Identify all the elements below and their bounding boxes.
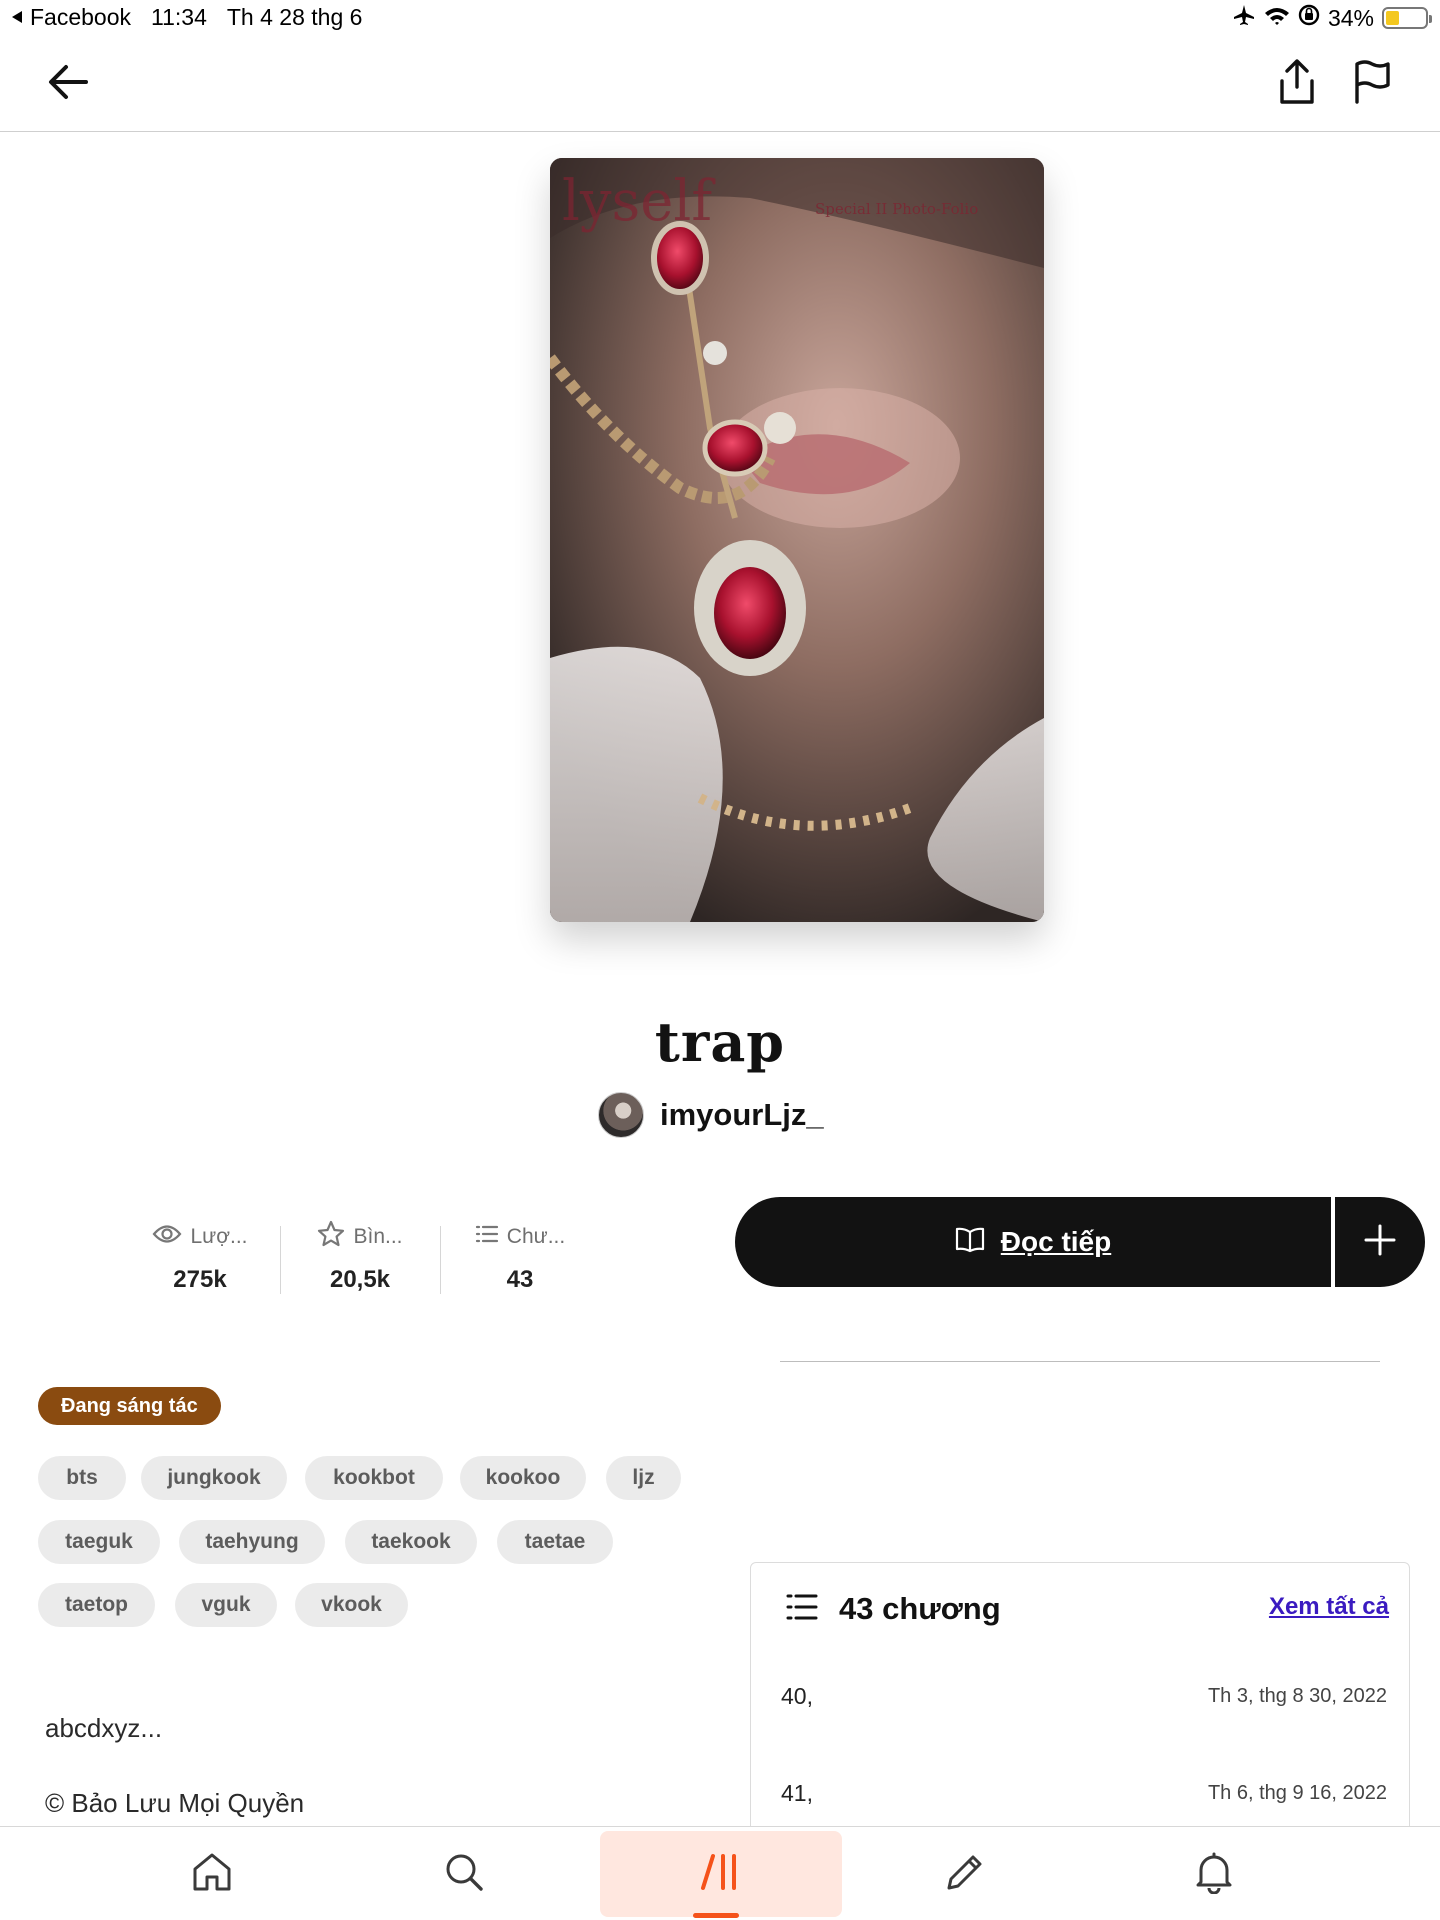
nav-notifications[interactable]	[1154, 1827, 1274, 1920]
back-to-app[interactable]: Facebook	[10, 4, 131, 31]
author-name: imyourLjz_	[660, 1097, 824, 1132]
status-bar-left: Facebook 11:34 Th 4 28 thg 6	[10, 4, 362, 31]
share-button[interactable]	[1271, 58, 1323, 110]
svg-text:Special II Photo-Folio: Special II Photo-Folio	[815, 200, 978, 218]
svg-text:lyself: lyself	[562, 169, 716, 234]
tag-chip[interactable]: ljz	[606, 1456, 681, 1500]
tag-chip[interactable]: bts	[38, 1456, 126, 1500]
wifi-icon	[1264, 5, 1290, 32]
back-button[interactable]	[42, 58, 94, 110]
author-link[interactable]: imyourLjz_	[598, 1092, 824, 1138]
share-icon	[1276, 58, 1318, 110]
star-icon	[317, 1220, 345, 1254]
story-description: abcdxyz...	[45, 1713, 163, 1743]
active-tab-indicator	[693, 1913, 739, 1918]
tag-chip[interactable]: taehyung	[179, 1520, 325, 1564]
chapter-date: Th 3, thg 8 30, 2022	[1207, 1685, 1387, 1707]
report-button[interactable]	[1346, 58, 1398, 110]
add-to-library-button[interactable]	[1335, 1197, 1425, 1287]
list-icon	[475, 1223, 499, 1251]
chapter-count: 43 chương	[839, 1591, 1001, 1626]
airplane-icon	[1232, 4, 1256, 32]
tag-chip[interactable]: taeguk	[38, 1520, 160, 1564]
stat-votes: Bìn... 20,5k	[280, 1220, 440, 1294]
see-all-link[interactable]: Xem tất cả	[1269, 1593, 1389, 1621]
back-app-label: Facebook	[30, 4, 132, 30]
library-icon	[699, 1852, 743, 1897]
top-app-bar	[0, 36, 1440, 132]
stat-reads-label: Lượ...	[190, 1225, 248, 1248]
battery-percent: 34%	[1327, 4, 1374, 31]
list-icon	[785, 1592, 819, 1627]
status-bar: Facebook 11:34 Th 4 28 thg 6 34%	[0, 0, 1440, 36]
flag-icon	[1352, 59, 1392, 109]
book-open-icon	[955, 1227, 985, 1258]
nav-library[interactable]	[600, 1831, 842, 1917]
orientation-lock-icon	[1298, 4, 1320, 32]
tag-chip[interactable]: vkook	[295, 1583, 408, 1627]
battery-icon	[1382, 7, 1432, 29]
tag-chip[interactable]: vguk	[175, 1583, 277, 1627]
arrow-left-icon	[46, 62, 90, 107]
eye-icon	[152, 1223, 182, 1251]
stat-parts: Chư... 43	[440, 1222, 600, 1294]
stat-reads: Lượ... 275k	[120, 1222, 280, 1294]
search-icon	[443, 1851, 485, 1898]
continue-reading-button[interactable]: Đọc tiếp	[735, 1197, 1331, 1287]
author-avatar	[598, 1092, 644, 1138]
story-title: trap	[654, 1010, 786, 1074]
continue-reading-label: Đọc tiếp	[1000, 1226, 1112, 1257]
stat-votes-value: 20,5k	[329, 1266, 391, 1293]
chapter-row[interactable]: 41, Th 6, thg 9 16, 2022	[781, 1780, 1387, 1807]
chapter-date: Th 6, thg 9 16, 2022	[1207, 1782, 1387, 1804]
chapter-title: 41,	[781, 1780, 813, 1806]
stat-parts-label: Chư...	[506, 1225, 566, 1248]
date: Th 4 28 thg 6	[226, 4, 363, 30]
stat-parts-value: 43	[506, 1266, 534, 1293]
tag-chip[interactable]: jungkook	[141, 1456, 287, 1500]
story-stats: Lượ... 275k Bìn... 20,5k Chư... 43	[120, 1220, 600, 1294]
status-bar-right: 34%	[1232, 4, 1432, 32]
bottom-navigation	[0, 1826, 1440, 1920]
copyright-text: © Bảo Lưu Mọi Quyền	[45, 1788, 305, 1818]
toc-header: 43 chương	[785, 1591, 1001, 1627]
cover-image: lyself Special II Photo-Folio	[550, 158, 1044, 922]
nav-write[interactable]	[905, 1827, 1025, 1920]
back-triangle-icon	[10, 4, 24, 31]
stat-reads-value: 275k	[173, 1266, 227, 1293]
section-divider	[780, 1361, 1380, 1362]
nav-home[interactable]	[152, 1827, 272, 1920]
notifications-icon	[1193, 1850, 1235, 1899]
story-cover[interactable]: lyself Special II Photo-Folio	[550, 158, 1044, 922]
tag-chip[interactable]: kookoo	[460, 1456, 586, 1500]
tag-chip[interactable]: kookbot	[305, 1456, 443, 1500]
tag-chip[interactable]: taekook	[345, 1520, 477, 1564]
nav-search[interactable]	[404, 1827, 524, 1920]
chapter-row[interactable]: 40, Th 3, thg 8 30, 2022	[781, 1683, 1387, 1710]
status-badge: Đang sáng tác	[38, 1387, 221, 1425]
tag-chip[interactable]: taetop	[38, 1583, 155, 1627]
stat-votes-label: Bìn...	[353, 1225, 403, 1248]
write-icon	[943, 1850, 987, 1899]
clock: 11:34	[151, 4, 207, 30]
home-icon	[191, 1851, 233, 1898]
tag-chip[interactable]: taetae	[497, 1520, 613, 1564]
plus-icon	[1363, 1223, 1397, 1262]
chapter-title: 40,	[781, 1683, 813, 1709]
